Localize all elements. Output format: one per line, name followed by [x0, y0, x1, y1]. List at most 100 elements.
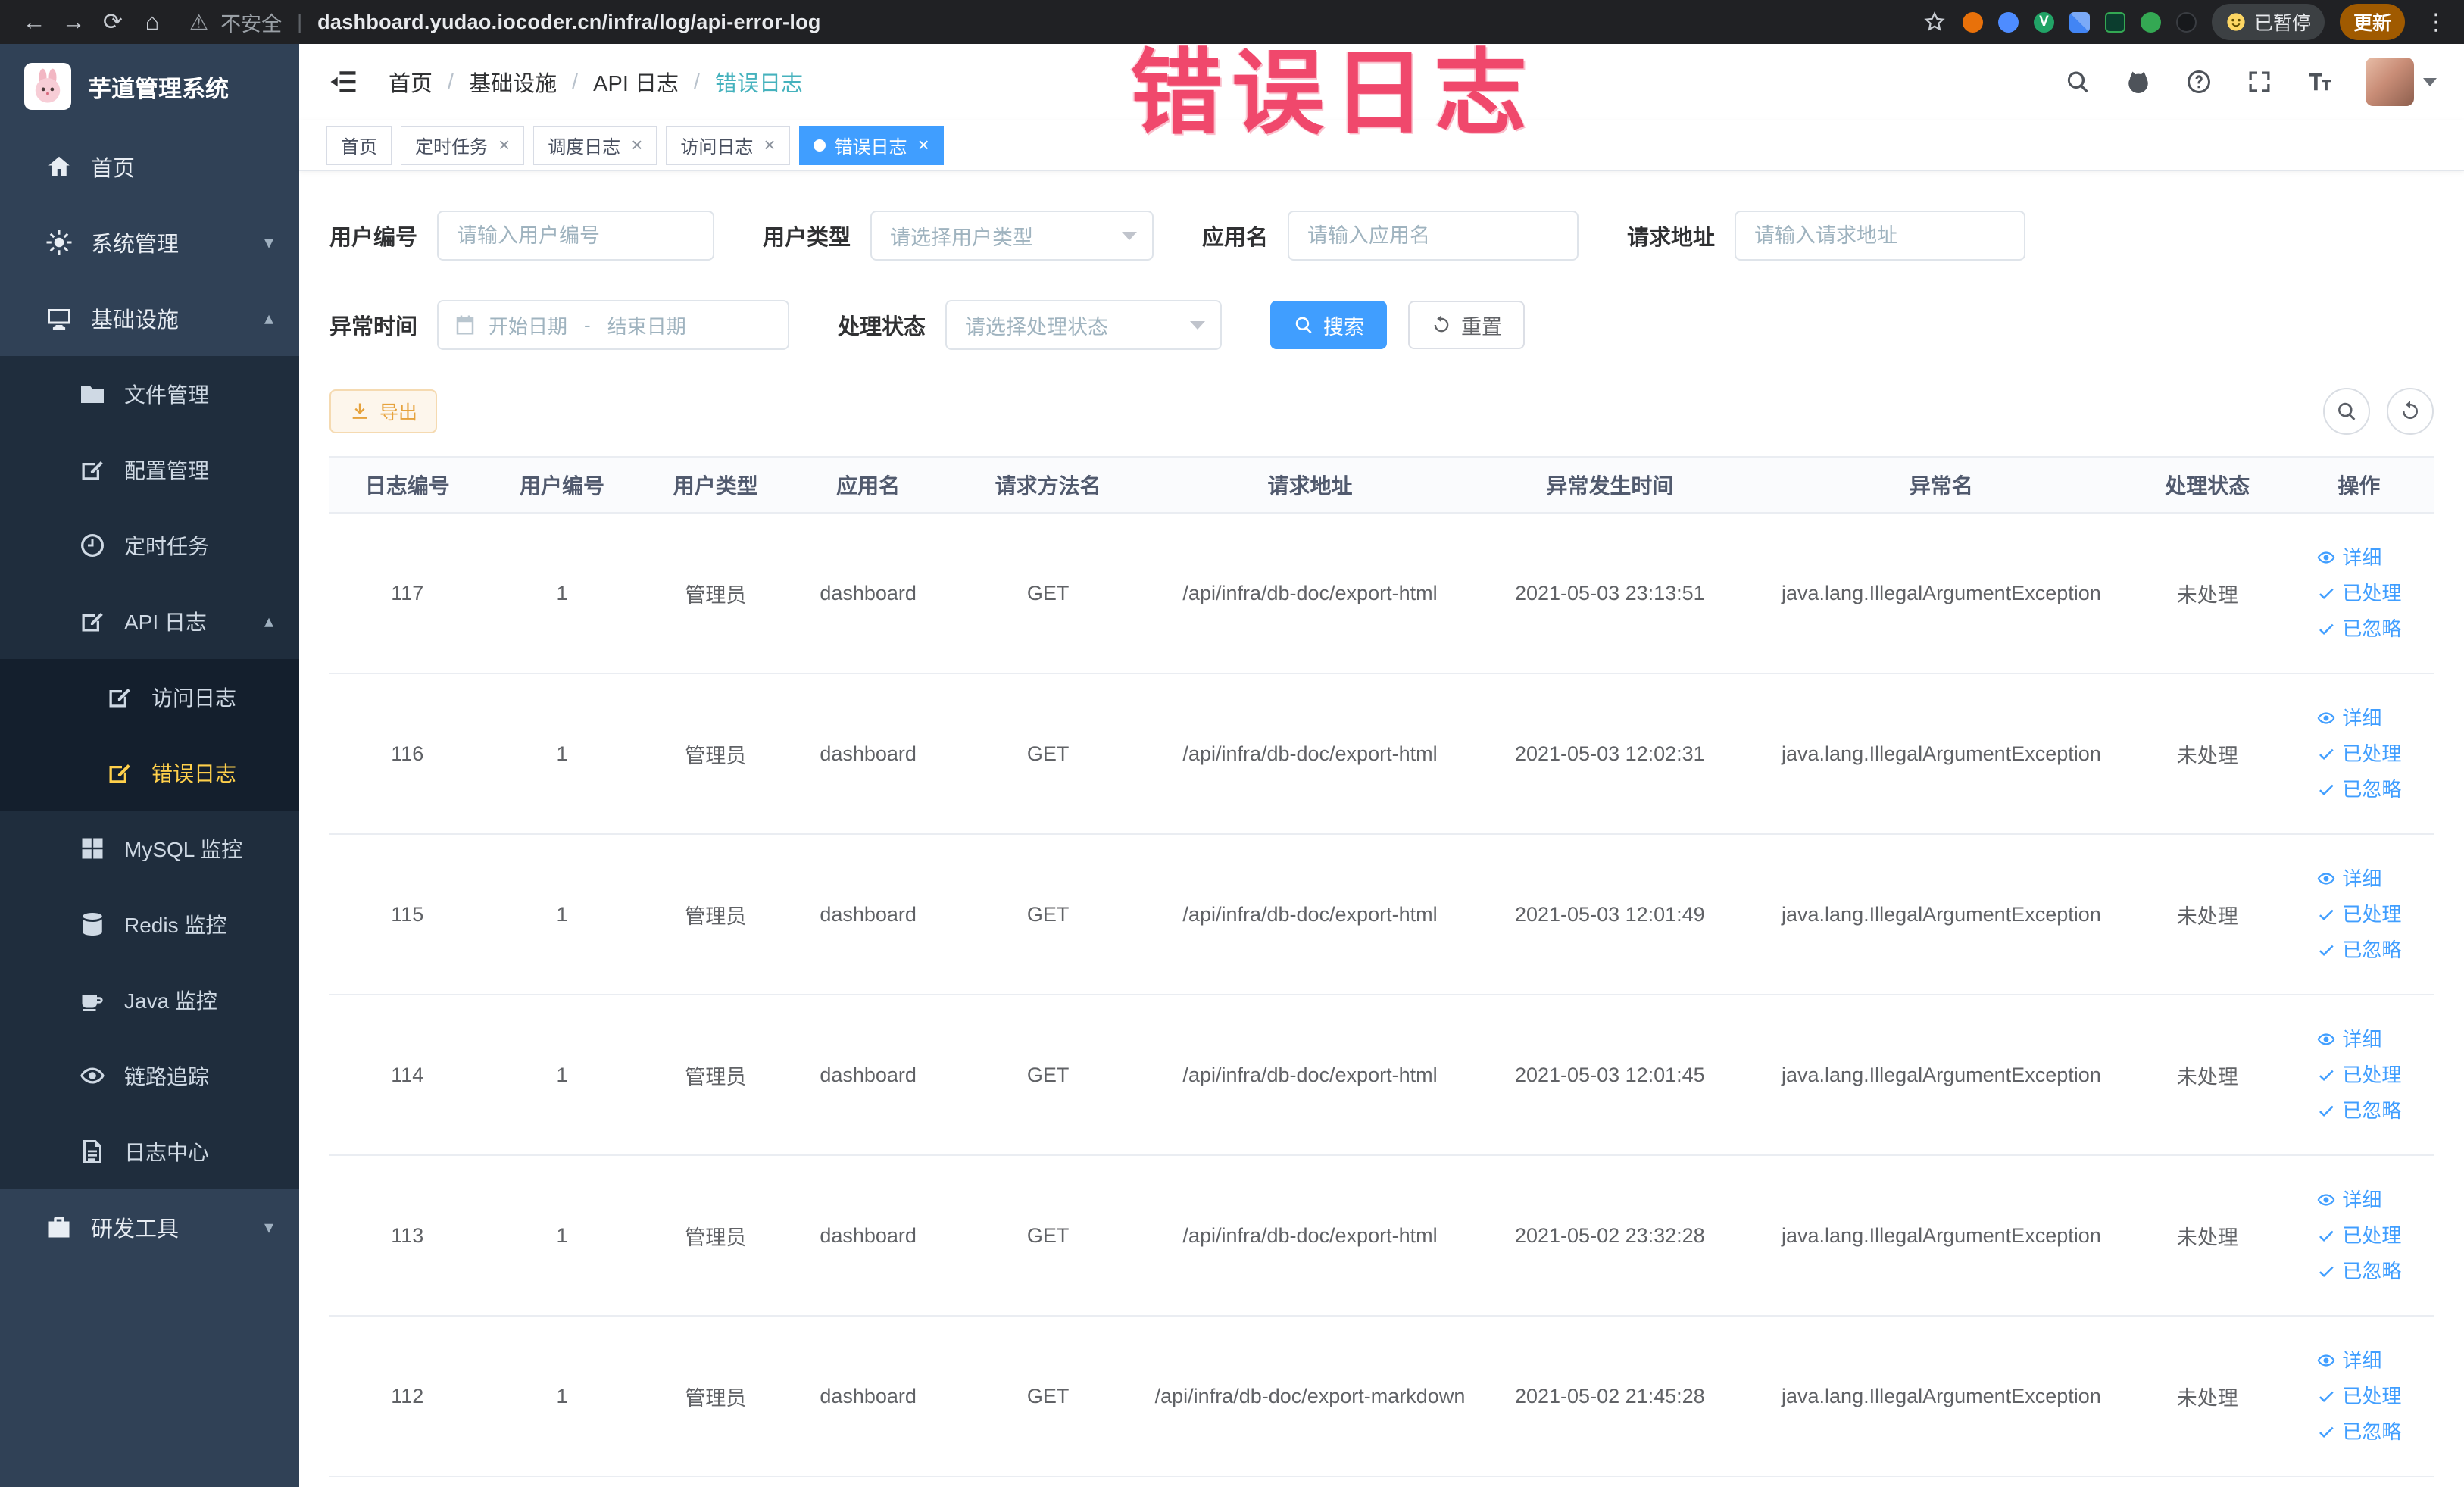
- breadcrumb-item[interactable]: 首页: [389, 66, 433, 98]
- ignored-link[interactable]: 已忽略: [2316, 1417, 2401, 1447]
- extension-leaf-icon[interactable]: [2140, 11, 2161, 33]
- extension-drop-icon[interactable]: [1997, 11, 2019, 33]
- home-icon[interactable]: ⌂: [135, 5, 170, 39]
- sidebar-item-mysql[interactable]: MySQL 监控: [0, 811, 299, 886]
- fullscreen-icon[interactable]: [2244, 67, 2275, 97]
- detail-link[interactable]: 详细: [2316, 1186, 2381, 1215]
- download-icon: [349, 401, 370, 422]
- sidebar-item-home[interactable]: 首页: [0, 129, 299, 205]
- sidebar-item-api-log[interactable]: API 日志 ▴: [0, 583, 299, 659]
- address-bar[interactable]: ⚠ 不安全 | dashboard.yudao.iocoder.cn/infra…: [189, 8, 1917, 37]
- close-icon[interactable]: ×: [918, 133, 929, 157]
- extension-orange-icon[interactable]: [1962, 11, 1983, 33]
- detail-link[interactable]: 详细: [2316, 704, 2381, 733]
- sidebar-item-error-log[interactable]: 错误日志: [0, 735, 299, 811]
- processed-link[interactable]: 已处理: [2316, 739, 2401, 769]
- user-id-input[interactable]: [437, 211, 715, 261]
- process-status-label: 处理状态: [838, 315, 926, 339]
- extension-green-icon[interactable]: V: [2033, 11, 2054, 33]
- sidebar-item-trace[interactable]: 链路追踪: [0, 1038, 299, 1114]
- table-cell: 2021-05-03 23:13:51: [1467, 513, 1752, 674]
- column-header: 异常名: [1751, 456, 2131, 514]
- sidebar-item-log-center[interactable]: 日志中心: [0, 1114, 299, 1189]
- table-cell: 1: [485, 673, 639, 835]
- github-icon[interactable]: [2123, 67, 2153, 97]
- close-icon[interactable]: ×: [764, 133, 775, 157]
- hamburger-icon[interactable]: [326, 65, 360, 98]
- table-cell: 管理员: [639, 834, 793, 995]
- paused-pill[interactable]: 已暂停: [2211, 4, 2325, 40]
- toggle-search-button[interactable]: [2323, 388, 2370, 435]
- table-cell: 116: [329, 673, 486, 835]
- sidebar-item-infra[interactable]: 基础设施 ▴: [0, 280, 299, 356]
- tab-home[interactable]: 首页: [326, 125, 392, 165]
- star-icon[interactable]: [1922, 9, 1947, 35]
- search-icon[interactable]: [2063, 67, 2093, 97]
- close-icon[interactable]: ×: [631, 133, 642, 157]
- processed-link[interactable]: 已处理: [2316, 579, 2401, 608]
- help-icon[interactable]: [2184, 67, 2214, 97]
- browser-menu-icon[interactable]: ⋮: [2425, 9, 2447, 36]
- table-cell: 未处理: [2130, 673, 2284, 835]
- tab-access-log[interactable]: 访问日志 ×: [666, 125, 790, 165]
- address-separator: |: [297, 10, 303, 33]
- search-button[interactable]: 搜索: [1270, 301, 1388, 349]
- tab-job[interactable]: 定时任务 ×: [401, 125, 525, 165]
- processed-link[interactable]: 已处理: [2316, 1382, 2401, 1411]
- back-icon[interactable]: ←: [17, 5, 52, 39]
- extension-on-icon[interactable]: [2104, 11, 2125, 33]
- detail-link[interactable]: 详细: [2316, 1346, 2381, 1376]
- forward-icon[interactable]: →: [56, 5, 91, 39]
- detail-link[interactable]: 详细: [2316, 864, 2381, 894]
- sidebar-item-file[interactable]: 文件管理: [0, 356, 299, 432]
- sidebar-item-job[interactable]: 定时任务: [0, 508, 299, 583]
- processed-link[interactable]: 已处理: [2316, 1061, 2401, 1090]
- tab-job-log[interactable]: 调度日志 ×: [533, 125, 657, 165]
- ignored-link[interactable]: 已忽略: [2316, 1257, 2401, 1286]
- sidebar-item-java[interactable]: Java 监控: [0, 962, 299, 1038]
- detail-link[interactable]: 详细: [2316, 1025, 2381, 1054]
- sidebar-item-redis[interactable]: Redis 监控: [0, 886, 299, 962]
- tab-label: 定时任务: [415, 137, 488, 158]
- app-name-input[interactable]: [1288, 211, 1579, 261]
- request-url-input[interactable]: [1735, 211, 2026, 261]
- sidebar-item-system[interactable]: 系统管理 ▾: [0, 205, 299, 280]
- ignored-link[interactable]: 已忽略: [2316, 775, 2401, 804]
- export-button[interactable]: 导出: [329, 389, 438, 433]
- breadcrumb-item[interactable]: API 日志: [593, 66, 679, 98]
- app-logo[interactable]: 芋道管理系统: [0, 44, 299, 129]
- processed-link[interactable]: 已处理: [2316, 1221, 2401, 1251]
- table-cell: 1: [485, 1316, 639, 1477]
- check-icon: [2316, 904, 2336, 924]
- extension-paw-icon[interactable]: [2175, 11, 2197, 33]
- extension-grid-icon[interactable]: [2069, 11, 2090, 33]
- sidebar-item-config[interactable]: 配置管理: [0, 432, 299, 508]
- table-cell: dashboard: [792, 673, 945, 835]
- reset-button[interactable]: 重置: [1408, 301, 1526, 349]
- reload-icon[interactable]: ⟳: [95, 5, 130, 39]
- user-menu[interactable]: [2366, 58, 2437, 106]
- processed-link[interactable]: 已处理: [2316, 900, 2401, 929]
- close-icon[interactable]: ×: [498, 133, 510, 157]
- filter-user-id: 用户编号: [329, 211, 715, 261]
- sidebar-item-access-log[interactable]: 访问日志: [0, 659, 299, 735]
- detail-link[interactable]: 详细: [2316, 543, 2381, 573]
- request-url-label: 请求地址: [1627, 226, 1716, 250]
- process-status-select[interactable]: 请选择处理状态: [945, 300, 1223, 350]
- table-cell: /api/infra/db-doc/export-html: [1152, 513, 1468, 674]
- sidebar-item-devtools[interactable]: 研发工具 ▾: [0, 1189, 299, 1265]
- user-type-select[interactable]: 请选择用户类型: [870, 211, 1154, 261]
- table-cell: /api/infra/db-doc/export-markdown: [1152, 1316, 1468, 1477]
- update-button[interactable]: 更新: [2339, 4, 2405, 40]
- ignored-link[interactable]: 已忽略: [2316, 614, 2401, 644]
- font-size-icon[interactable]: [2305, 67, 2335, 97]
- tab-error-log[interactable]: 错误日志 ×: [798, 125, 944, 165]
- ignored-link[interactable]: 已忽略: [2316, 1096, 2401, 1126]
- refresh-button[interactable]: [2387, 388, 2434, 435]
- date-range-picker[interactable]: 开始日期 - 结束日期: [437, 300, 790, 350]
- smiley-icon: [2225, 11, 2247, 33]
- browser-extensions: V 已暂停 更新 ⋮: [1922, 4, 2447, 40]
- table-cell: 未处理: [2130, 1316, 2284, 1477]
- ignored-link[interactable]: 已忽略: [2316, 936, 2401, 965]
- breadcrumb-item[interactable]: 基础设施: [469, 66, 557, 98]
